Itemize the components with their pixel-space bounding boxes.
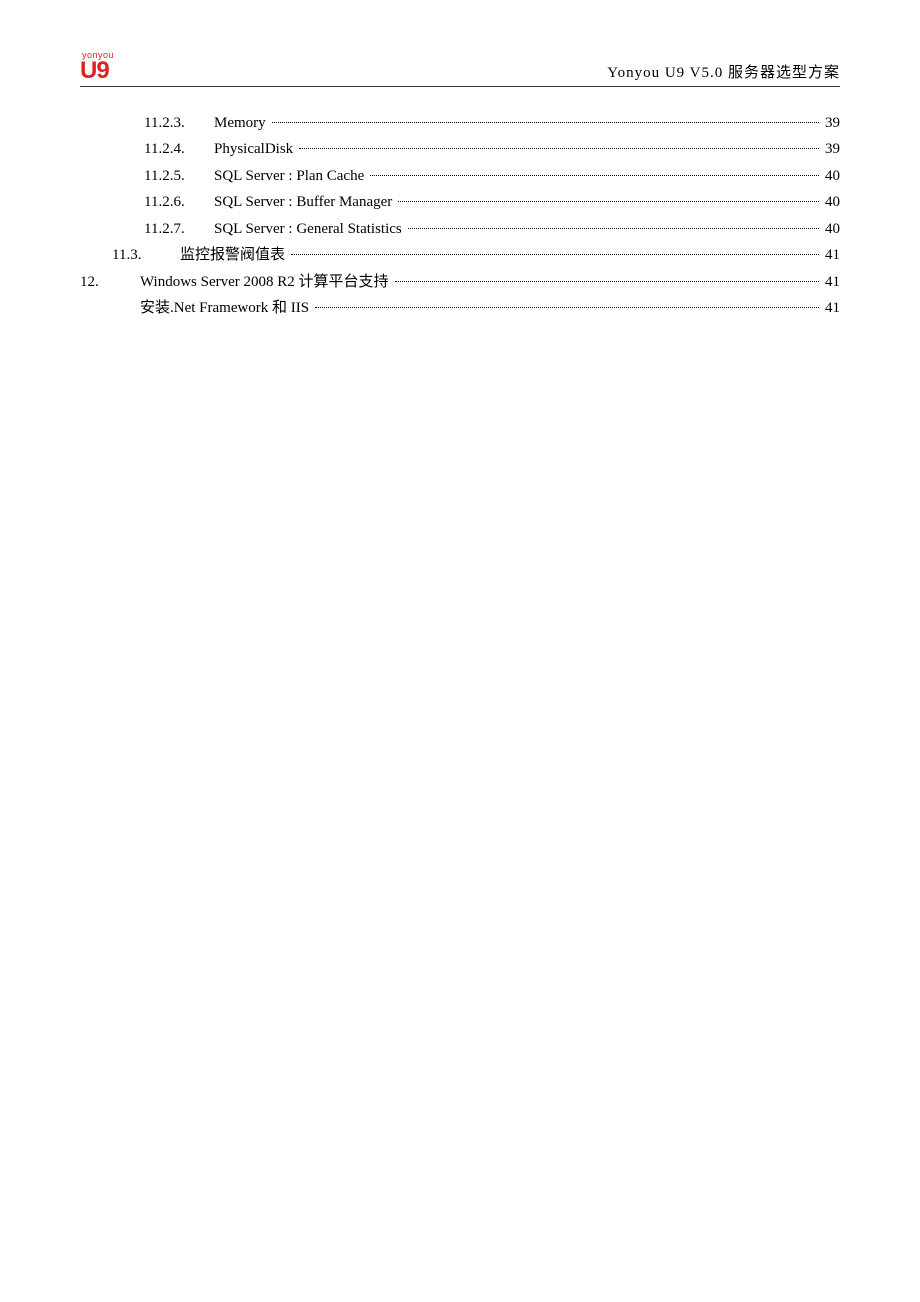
toc-entry-number: 11.2.4. <box>144 137 214 163</box>
toc-entry-number: 11.2.6. <box>144 190 214 216</box>
toc-entry[interactable]: 11.3.监控报警阀值表 41 <box>80 243 840 269</box>
toc-entry-page: 39 <box>825 137 840 163</box>
toc-leader-dots <box>398 201 819 202</box>
toc-entry-title: SQL Server : General Statistics <box>214 217 402 243</box>
toc-entry-page: 41 <box>825 270 840 296</box>
toc-entry[interactable]: 11.2.3.Memory 39 <box>80 111 840 137</box>
toc-leader-dots <box>272 122 819 123</box>
toc-entry-title: 监控报警阀值表 <box>180 243 285 269</box>
header-title: Yonyou U9 V5.0 服务器选型方案 <box>607 61 840 82</box>
toc-entry-number: 11.2.5. <box>144 164 214 190</box>
toc-leader-dots <box>370 175 819 176</box>
toc-leader-dots <box>408 228 819 229</box>
toc-entry-page: 41 <box>825 243 840 269</box>
toc-entry-title: Memory <box>214 111 266 137</box>
toc-leader-dots <box>299 148 819 149</box>
toc-entry-page: 41 <box>825 296 840 322</box>
toc-leader-dots <box>395 281 819 282</box>
logo: yonyou U9 <box>80 50 114 82</box>
toc-entry-page: 40 <box>825 217 840 243</box>
toc-leader-dots <box>315 307 819 308</box>
toc-entry-number: 11.2.7. <box>144 217 214 243</box>
toc-entry-page: 39 <box>825 111 840 137</box>
toc-entry[interactable]: 12.Windows Server 2008 R2 计算平台支持 41 <box>80 270 840 296</box>
toc-entry[interactable]: 11.2.4.PhysicalDisk 39 <box>80 137 840 163</box>
toc-entry-number: 11.2.3. <box>144 111 214 137</box>
toc-entry[interactable]: 安装.Net Framework 和 IIS 41 <box>80 296 840 322</box>
toc-entry-number: 11.3. <box>112 243 180 269</box>
toc-entry-title: 安装.Net Framework 和 IIS <box>140 296 309 322</box>
toc-entry-page: 40 <box>825 164 840 190</box>
table-of-contents: 11.2.3.Memory3911.2.4.PhysicalDisk3911.2… <box>80 111 840 322</box>
toc-entry-number: 12. <box>80 270 140 296</box>
toc-entry[interactable]: 11.2.5.SQL Server : Plan Cache 40 <box>80 164 840 190</box>
toc-entry-title: PhysicalDisk <box>214 137 293 163</box>
logo-product-text: U9 <box>80 60 109 82</box>
toc-entry-title: SQL Server : Plan Cache <box>214 164 364 190</box>
toc-entry-title: Windows Server 2008 R2 计算平台支持 <box>140 270 389 296</box>
document-page: yonyou U9 Yonyou U9 V5.0 服务器选型方案 11.2.3.… <box>0 0 920 373</box>
toc-entry-page: 40 <box>825 190 840 216</box>
toc-leader-dots <box>291 254 819 255</box>
page-header: yonyou U9 Yonyou U9 V5.0 服务器选型方案 <box>80 50 840 87</box>
toc-entry-title: SQL Server : Buffer Manager <box>214 190 392 216</box>
toc-entry[interactable]: 11.2.6.SQL Server : Buffer Manager 40 <box>80 190 840 216</box>
toc-entry[interactable]: 11.2.7.SQL Server : General Statistics 40 <box>80 217 840 243</box>
